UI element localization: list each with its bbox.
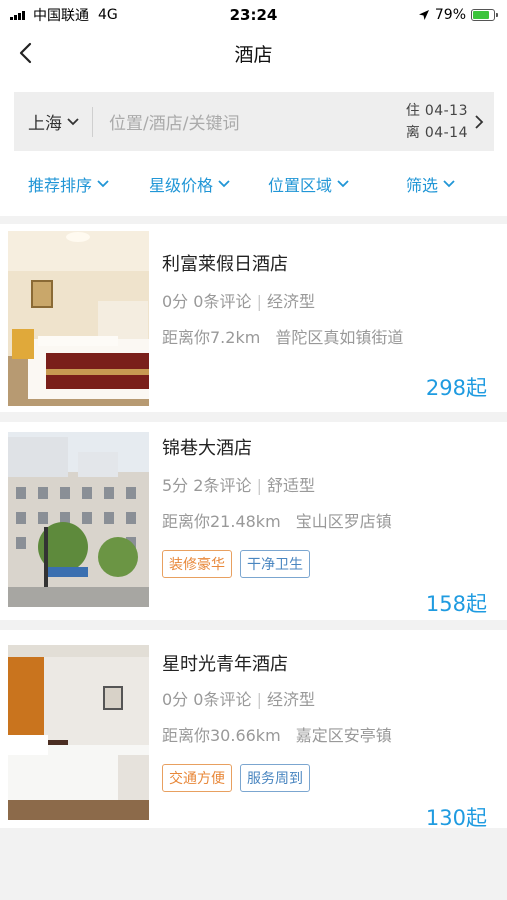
chevron-down-icon [337,180,349,188]
filter-sort-label: 推荐排序 [28,176,93,195]
filter-location-label: 位置区域 [268,176,333,195]
hotel-type: 经济型 [267,690,316,709]
hotel-reviews: 0条评论 [193,690,252,709]
hotel-meta: 5分 2条评论 | 舒适型 [162,472,315,496]
hotel-tag: 装修豪华 [162,550,232,578]
filter-star-price[interactable]: 星级价格 [149,172,231,196]
hotel-photo [8,432,149,607]
hotel-price: 158起 [425,592,487,616]
hotel-distance: 距离你21.48km [162,512,281,531]
filter-more-label: 筛选 [406,176,439,195]
chevron-down-icon [67,117,79,125]
hotel-card[interactable]: 锦巷大酒店 5分 2条评论 | 舒适型 距离你21.48km 宝山区罗店镇 装修… [0,422,507,620]
meta-separator: | [256,690,262,709]
search-bar: 上海 位置/酒店/关键词 住 04-13 离 04-14 [14,92,494,151]
hotel-tag: 交通方便 [162,764,232,792]
filter-more[interactable]: 筛选 [406,172,456,196]
hotel-card[interactable]: 利富莱假日酒店 0分 0条评论 | 经济型 距离你7.2km 普陀区真如镇街道 … [0,224,507,412]
city-selector[interactable]: 上海 [14,109,92,134]
hotel-area: 普陀区真如镇街道 [275,328,404,347]
checkin-date: 04-13 [424,102,468,119]
hotel-tags: 交通方便 服务周到 [162,764,310,792]
hotel-score: 0分 [162,690,189,709]
search-input[interactable]: 位置/酒店/关键词 [93,109,406,134]
hotel-price: 130起 [425,806,487,830]
hotel-reviews: 2条评论 [193,476,252,495]
hotel-price: 298起 [425,376,487,400]
hotel-type: 经济型 [267,292,316,311]
hotel-card[interactable]: 星时光青年酒店 0分 0条评论 | 经济型 距离你30.66km 嘉定区安亭镇 … [0,630,507,830]
network-label: 4G [98,7,118,23]
back-chevron-icon[interactable] [16,41,38,65]
filter-sort[interactable]: 推荐排序 [28,172,110,196]
filter-star-price-label: 星级价格 [149,176,214,195]
chevron-down-icon [443,180,455,188]
location-arrow-icon [418,10,429,20]
filter-location[interactable]: 位置区域 [268,172,350,196]
battery-percent: 79% [434,7,466,23]
hotel-tag: 干净卫生 [240,550,310,578]
hotel-location: 距离你7.2km 普陀区真如镇街道 [162,324,403,348]
hotel-area: 嘉定区安亭镇 [295,726,392,745]
hotel-name: 星时光青年酒店 [162,654,288,675]
meta-separator: | [256,292,262,311]
hotel-tag: 服务周到 [240,764,310,792]
hotel-type: 舒适型 [267,476,316,495]
checkout-date: 04-14 [424,124,468,141]
hotel-distance: 距离你30.66km [162,726,281,745]
nav-bar: 酒店 [0,30,507,76]
hotel-score: 5分 [162,476,189,495]
filter-bar: 推荐排序 星级价格 位置区域 筛选 [0,170,507,198]
checkout-label: 离 [405,124,421,141]
hotel-area: 宝山区罗店镇 [295,512,392,531]
hotel-distance: 距离你7.2km [162,328,261,347]
hotel-name: 锦巷大酒店 [162,438,252,459]
battery-icon [471,9,498,21]
hotel-list: 利富莱假日酒店 0分 0条评论 | 经济型 距离你7.2km 普陀区真如镇街道 … [0,224,507,838]
hotel-location: 距离你30.66km 嘉定区安亭镇 [162,722,392,746]
hotel-location: 距离你21.48km 宝山区罗店镇 [162,508,392,532]
chevron-right-icon[interactable] [474,114,484,130]
page-title: 酒店 [234,43,273,66]
hotel-name: 利富莱假日酒店 [162,254,288,275]
carrier-label: 中国联通 [33,8,89,24]
chevron-down-icon [97,180,109,188]
hotel-reviews: 0条评论 [193,292,252,311]
meta-separator: | [256,476,262,495]
hotel-meta: 0分 0条评论 | 经济型 [162,288,315,312]
hotel-score: 0分 [162,292,189,311]
city-label: 上海 [28,114,62,134]
checkin-label: 住 [405,102,421,119]
hotel-tags: 装修豪华 干净卫生 [162,550,310,578]
date-selector[interactable]: 住 04-13 离 04-14 [406,100,468,144]
hotel-meta: 0分 0条评论 | 经济型 [162,686,315,710]
chevron-down-icon [218,180,230,188]
header-area: 中国联通 4G 23:24 79% 酒店 上海 位置/酒店/关键词 住 04-1… [0,0,507,216]
hotel-photo [8,645,149,820]
signal-icon [10,10,25,20]
status-bar: 中国联通 4G 23:24 79% [0,0,507,30]
hotel-photo [8,231,149,406]
